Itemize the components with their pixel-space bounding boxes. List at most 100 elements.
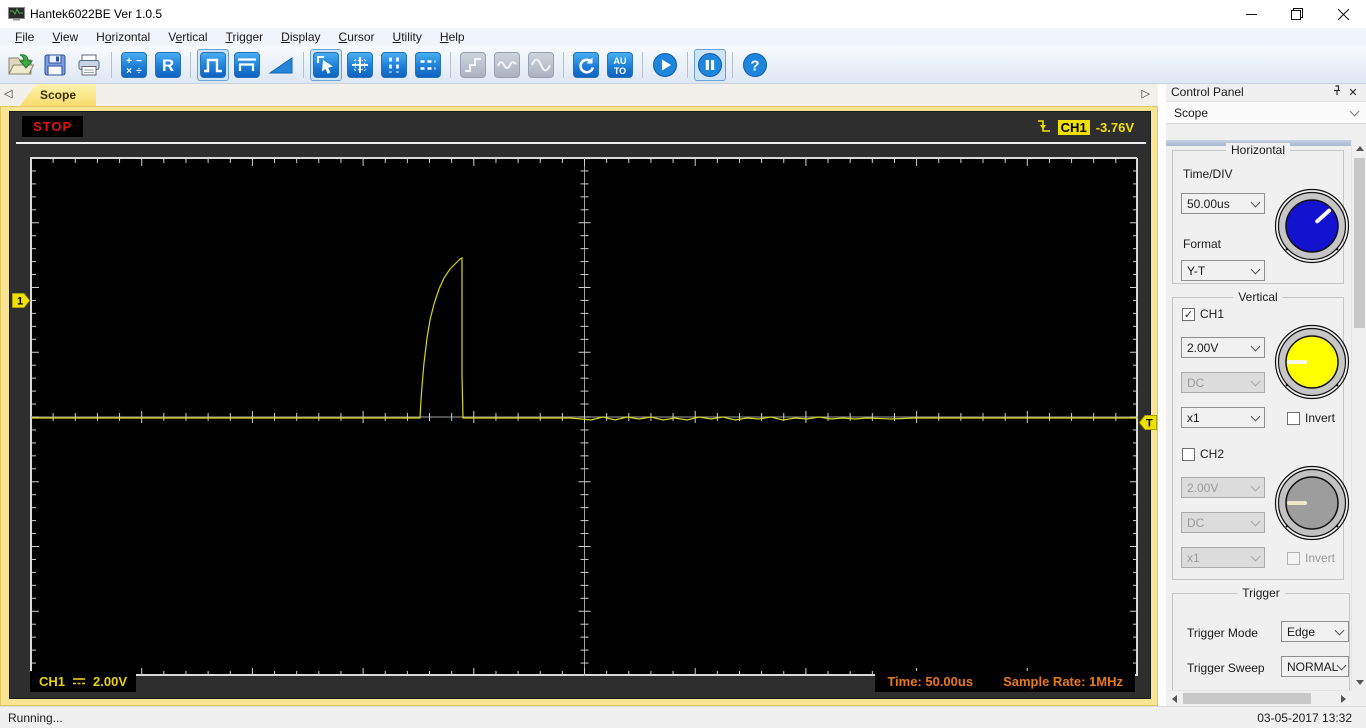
workspace: ◁ Scope ▷ STOP CH1 -3.76V 1 T CH1 2.00V …	[0, 84, 1366, 706]
format-select[interactable]: Y-T	[1181, 260, 1265, 281]
ramp-button[interactable]	[265, 49, 297, 81]
checkbox-icon	[1287, 411, 1300, 425]
open-file-button[interactable]	[5, 49, 37, 81]
scrollbar-corner	[1351, 690, 1366, 706]
trigger-readout: CH1 -3.76V	[1036, 118, 1134, 137]
ch1-level-marker[interactable]: 1	[11, 292, 31, 313]
rising-pulse-button[interactable]	[197, 48, 229, 81]
ch1-position-knob[interactable]	[1273, 323, 1351, 401]
svg-text:R: R	[162, 56, 174, 75]
toolbar-separator	[303, 51, 304, 78]
tabstrip: ◁ Scope ▷	[0, 84, 1158, 106]
pause-button[interactable]	[694, 48, 726, 81]
tab-scope[interactable]: Scope	[20, 84, 96, 106]
menu-file[interactable]: File	[6, 29, 43, 45]
minimize-button[interactable]	[1228, 0, 1274, 28]
trigger-mode-value: Edge	[1287, 624, 1316, 639]
trigger-mode-select[interactable]: Edge	[1281, 621, 1349, 642]
menu-utility[interactable]: Utility	[384, 29, 431, 45]
vertical-group-label: Vertical	[1233, 290, 1283, 304]
horizontal-scroll-thumb[interactable]	[1183, 693, 1311, 704]
svg-text:AU: AU	[614, 56, 627, 66]
control-panel-title: Control Panel	[1171, 85, 1244, 99]
math-button[interactable]: + − × ÷	[118, 49, 150, 81]
app-icon	[8, 7, 25, 26]
ch1-label: CH1	[1200, 307, 1225, 321]
menu-horizontal[interactable]: Horizontal	[87, 29, 159, 45]
panel-mode-select[interactable]: Scope	[1166, 101, 1366, 124]
tab-scroll-left-icon[interactable]: ◁	[4, 87, 12, 100]
vertical-scrollbar[interactable]	[1351, 140, 1366, 690]
print-button[interactable]	[73, 49, 105, 81]
ch2-volts-div-select: 2.00V	[1181, 477, 1265, 498]
ramp-icon	[268, 52, 294, 78]
checkbox-icon	[1182, 447, 1195, 461]
time-div-value: 50.00us	[1187, 196, 1230, 211]
grid-button[interactable]	[344, 49, 376, 81]
scroll-left-icon[interactable]	[1166, 691, 1182, 707]
horizontal-cursors-icon	[415, 51, 441, 78]
svg-text:×: ×	[126, 66, 132, 76]
ch1-volts-div-select[interactable]: 2.00V	[1181, 337, 1265, 358]
falling-pulse-button[interactable]	[231, 49, 263, 81]
tab-scroll-right-icon[interactable]: ▷	[1142, 87, 1150, 100]
ch1-scale-readout: CH1 2.00V	[30, 671, 136, 692]
refresh-button[interactable]	[570, 49, 602, 81]
ch1-probe-select[interactable]: x1	[1181, 407, 1265, 428]
menu-cursor[interactable]: Cursor	[330, 29, 384, 45]
toolbar-separator	[111, 51, 112, 78]
trigger-level-value: -3.76V	[1095, 120, 1134, 135]
save-button[interactable]	[39, 49, 71, 81]
print-icon	[76, 52, 102, 78]
trigger-group-label: Trigger	[1237, 586, 1285, 600]
restore-button[interactable]	[1274, 0, 1320, 28]
menu-vertical[interactable]: Vertical	[159, 29, 216, 45]
help-button[interactable]: ?	[739, 49, 771, 81]
trigger-mode-label: Trigger Mode	[1187, 626, 1258, 640]
cursor-select-button[interactable]	[310, 48, 342, 81]
scope-panel: STOP CH1 -3.76V 1 T CH1 2.00V Time: 50.0…	[9, 111, 1158, 699]
scroll-down-icon[interactable]	[1352, 674, 1366, 690]
scroll-right-icon[interactable]	[1335, 691, 1351, 707]
time-value: Time: 50.00us	[887, 674, 974, 689]
ch2-enable-checkbox[interactable]: CH2	[1182, 447, 1224, 461]
control-panel-close-icon[interactable]: ✕	[1345, 86, 1361, 99]
reference-icon: R	[155, 51, 181, 78]
ch2-coupling: DC	[1187, 515, 1205, 530]
trigger-level-marker[interactable]: T	[1138, 414, 1158, 435]
noise-wave-button	[491, 49, 523, 81]
chevron-down-icon	[1250, 516, 1261, 526]
trigger-channel-badge: CH1	[1057, 120, 1090, 135]
auto-set-button[interactable]: AU TO	[604, 49, 636, 81]
trigger-sweep-select[interactable]: NORMAL	[1281, 656, 1349, 677]
horizontal-cursors-button[interactable]	[412, 49, 444, 81]
horizontal-position-knob[interactable]	[1273, 187, 1351, 265]
ch1-invert-checkbox[interactable]: Invert	[1287, 411, 1335, 425]
timebase-readout: Time: 50.00us Sample Rate: 1MHz	[875, 671, 1135, 692]
svg-text:?: ?	[750, 57, 759, 74]
time-div-select[interactable]: 50.00us	[1181, 193, 1265, 214]
format-value: Y-T	[1187, 263, 1206, 278]
refresh-icon	[573, 51, 599, 78]
menu-trigger[interactable]: Trigger	[217, 29, 273, 45]
horizontal-scrollbar[interactable]	[1166, 690, 1351, 706]
panel-mode-value: Scope	[1174, 105, 1209, 120]
menu-view[interactable]: View	[43, 29, 87, 45]
help-icon: ?	[742, 52, 768, 78]
vertical-cursors-icon	[381, 51, 407, 78]
pin-icon[interactable]	[1329, 85, 1345, 99]
play-button[interactable]	[649, 49, 681, 81]
vertical-scroll-thumb[interactable]	[1354, 158, 1365, 328]
menu-help[interactable]: Help	[431, 29, 474, 45]
ch1-enable-checkbox[interactable]: ✓ CH1	[1182, 307, 1224, 321]
menu-display[interactable]: Display	[272, 29, 329, 45]
reference-button[interactable]: R	[152, 49, 184, 81]
svg-text:1: 1	[17, 296, 23, 308]
svg-text:T: T	[1146, 418, 1153, 430]
chevron-down-icon	[1250, 481, 1261, 491]
falling-pulse-icon	[234, 51, 260, 78]
vertical-cursors-button[interactable]	[378, 49, 410, 81]
close-button[interactable]	[1320, 0, 1366, 28]
scroll-up-icon[interactable]	[1352, 140, 1366, 156]
chevron-down-icon	[1250, 411, 1261, 421]
